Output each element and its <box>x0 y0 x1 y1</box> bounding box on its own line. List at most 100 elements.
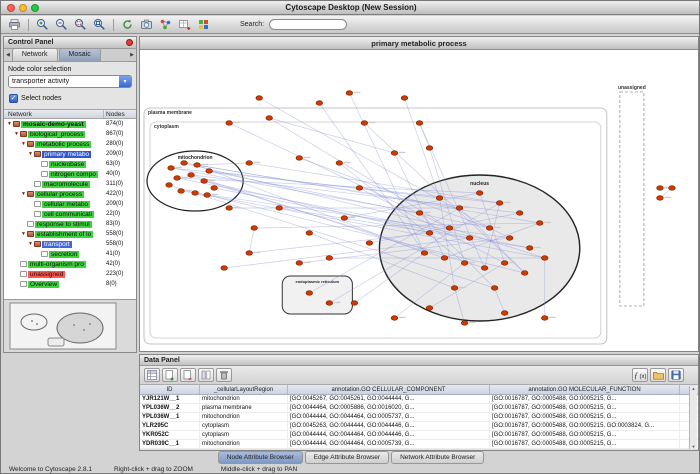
network-node[interactable] <box>204 193 211 198</box>
network-node[interactable] <box>436 196 443 201</box>
network-node[interactable] <box>541 256 548 261</box>
column-header-id[interactable]: ID <box>140 385 200 394</box>
tree-item-cellular-process[interactable]: ▼cellular process422(0) <box>4 189 136 199</box>
zoom-region-icon[interactable] <box>72 17 89 32</box>
color-attribute-dropdown[interactable]: transporter activity ▾ <box>8 75 132 88</box>
network-overview-thumbnail[interactable] <box>4 299 136 352</box>
tree-item-transport[interactable]: ▼transport558(0) <box>4 239 136 249</box>
network-node[interactable] <box>206 169 213 174</box>
network-node[interactable] <box>521 271 528 276</box>
column-icon[interactable] <box>198 368 214 382</box>
expand-arrow-icon[interactable]: ▼ <box>20 141 27 147</box>
search-input[interactable] <box>269 19 347 30</box>
network-node[interactable] <box>401 96 408 101</box>
network-node[interactable] <box>266 116 273 121</box>
network-node[interactable] <box>416 121 423 126</box>
network-node[interactable] <box>506 236 513 241</box>
network-node[interactable] <box>466 236 473 241</box>
tree-item-response-to-stimul[interactable]: response to stimul83(0) <box>4 219 136 229</box>
network-node[interactable] <box>246 251 253 256</box>
network-node[interactable] <box>168 166 175 171</box>
table-row-ykr052c[interactable]: YKR052Ccytoplasm[GO:0044444, GO:0044464,… <box>140 431 698 440</box>
expand-arrow-icon[interactable]: ▼ <box>13 131 20 137</box>
new-attribute-icon[interactable] <box>162 368 178 382</box>
network-node[interactable] <box>194 163 201 168</box>
network-node[interactable] <box>476 191 483 196</box>
tab-edge-attribute-browser[interactable]: Edge Attribute Browser <box>305 451 389 464</box>
network-node[interactable] <box>391 151 398 156</box>
network-node[interactable] <box>211 186 218 191</box>
expand-arrow-icon[interactable]: ▼ <box>20 191 27 197</box>
network-node[interactable] <box>536 221 543 226</box>
network-node[interactable] <box>366 241 373 246</box>
network-node[interactable] <box>441 256 448 261</box>
network-node[interactable] <box>356 186 363 191</box>
tree-item-primary-metabo[interactable]: ▼primary metabo209(0) <box>4 149 136 159</box>
network-node[interactable] <box>276 206 283 211</box>
function-builder-icon[interactable]: ƒ(x) <box>632 368 648 382</box>
network-node[interactable] <box>221 266 228 271</box>
tree-item-biological-process[interactable]: ▼biological_process867(0) <box>4 129 136 139</box>
expand-arrow-icon[interactable]: ▼ <box>6 121 13 127</box>
print-icon[interactable] <box>6 17 23 32</box>
network-node[interactable] <box>341 216 348 221</box>
network-node[interactable] <box>496 201 503 206</box>
network-node[interactable] <box>336 161 343 166</box>
tree-item-overview[interactable]: Overview8(0) <box>4 279 136 289</box>
table-row-ylr295c[interactable]: YLR295Ccytoplasm[GO:0045263, GO:0044444,… <box>140 422 698 431</box>
network-node[interactable] <box>166 183 173 188</box>
network-node[interactable] <box>188 173 195 178</box>
snapshot-icon[interactable] <box>138 17 155 32</box>
network-node[interactable] <box>456 206 463 211</box>
table-row-yjr121w-1[interactable]: YJR121W__1mitochondrion[GO:0045267, GO:0… <box>140 395 698 404</box>
network-node[interactable] <box>326 256 333 261</box>
network-node[interactable] <box>426 306 433 311</box>
tree-item-cell-communicati[interactable]: cell communicati22(0) <box>4 209 136 219</box>
network-node[interactable] <box>251 226 258 231</box>
zoom-in-icon[interactable] <box>34 17 51 32</box>
network-node[interactable] <box>306 231 313 236</box>
table-scrollbar[interactable]: ▲ ▼ <box>689 386 697 449</box>
tree-item-cellular-metabo[interactable]: cellular metabo209(0) <box>4 199 136 209</box>
tab-network[interactable]: Network <box>12 48 58 61</box>
network-node[interactable] <box>226 206 233 211</box>
network-node[interactable] <box>346 91 353 96</box>
network-node[interactable] <box>351 301 358 306</box>
tree-header-network[interactable]: Network <box>4 110 104 118</box>
column-header-annotation-go-cellular-component[interactable]: annotation.GO CELLULAR_COMPONENT <box>288 385 490 394</box>
zoom-out-icon[interactable] <box>53 17 70 32</box>
network-node[interactable] <box>446 226 453 231</box>
trash-icon[interactable] <box>216 368 232 382</box>
window-titlebar[interactable]: Cytoscape Desktop (New Session) <box>1 1 700 15</box>
network-node[interactable] <box>669 186 676 191</box>
network-node[interactable] <box>461 261 468 266</box>
tree-item-establishment-of-lo[interactable]: ▼establishment of lo558(0) <box>4 229 136 239</box>
expand-arrow-icon[interactable]: ▼ <box>27 151 34 157</box>
network-node[interactable] <box>256 96 263 101</box>
column-header-annotation-go-molecular-function[interactable]: annotation.GO MOLECULAR_FUNCTION <box>490 385 680 394</box>
tree-item-secretion[interactable]: secretion41(0) <box>4 249 136 259</box>
zoom-window-button[interactable] <box>31 4 39 12</box>
network-node[interactable] <box>501 311 508 316</box>
network-view-titlebar[interactable]: primary metabolic process <box>140 37 698 50</box>
expand-arrow-icon[interactable]: ▼ <box>27 241 34 247</box>
network-node[interactable] <box>461 321 468 326</box>
save-icon[interactable] <box>668 368 684 382</box>
table-row-ypl036w-1[interactable]: YPL036W__1mitochondrion[GO:0044444, GO:0… <box>140 413 698 422</box>
tab-network-attribute-browser[interactable]: Network Attribute Browser <box>391 451 484 464</box>
scroll-up-icon[interactable]: ▲ <box>692 386 696 391</box>
expand-arrow-icon[interactable]: ▼ <box>20 231 27 237</box>
select-nodes-checkbox[interactable]: ✓ <box>9 94 18 103</box>
table-row-ydr039c-1[interactable]: YDR039C__1mitochondrion[GO:0044444, GO:0… <box>140 440 698 449</box>
tree-item-macromolecule[interactable]: macromolecule311(0) <box>4 179 136 189</box>
scroll-down-icon[interactable]: ▼ <box>692 444 696 449</box>
zoom-fit-icon[interactable] <box>91 17 108 32</box>
close-panel-icon[interactable] <box>126 39 133 46</box>
network-node[interactable] <box>192 191 199 196</box>
tree-item-nucleobase[interactable]: nucleobase63(0) <box>4 159 136 169</box>
network-node[interactable] <box>426 146 433 151</box>
network-node[interactable] <box>516 211 523 216</box>
open-icon[interactable] <box>650 368 666 382</box>
tree-item-unassigned[interactable]: unassigned223(0) <box>4 269 136 279</box>
network-node[interactable] <box>296 261 303 266</box>
